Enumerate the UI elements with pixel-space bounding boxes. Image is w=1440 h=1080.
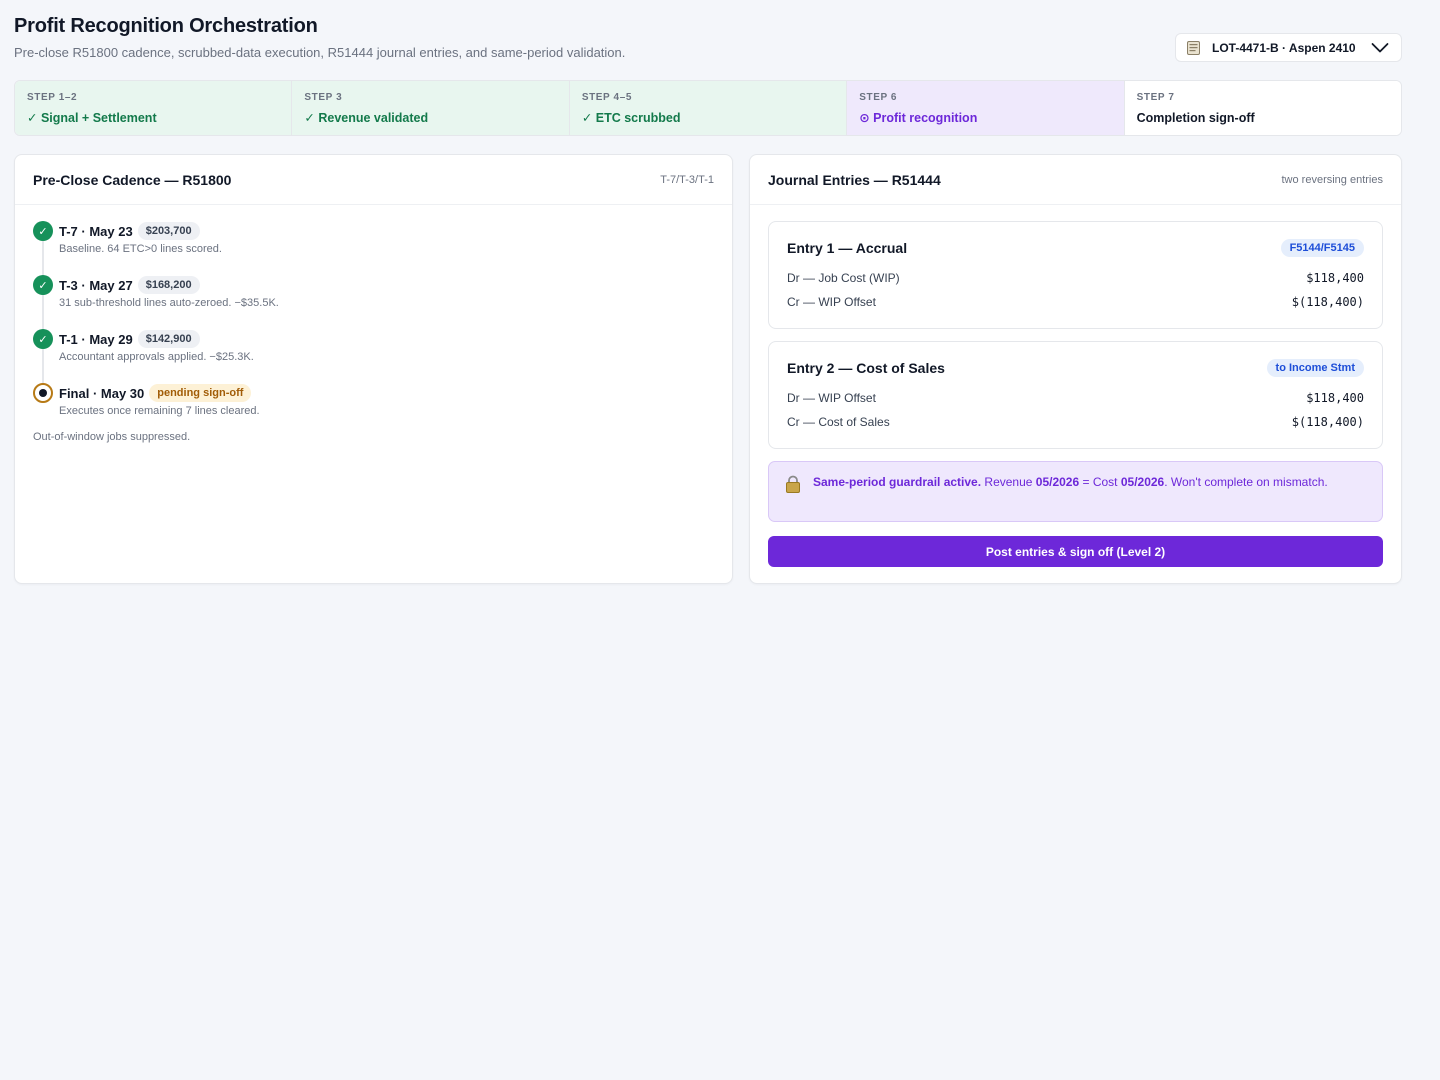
entry-account: Cr — WIP Offset	[787, 295, 876, 309]
card-meta: two reversing entries	[1281, 173, 1384, 186]
revenue-period: 05/2026	[1035, 475, 1080, 489]
entry-amount: $118,400	[1306, 271, 1364, 285]
journal-entry-cost-of-sales: Entry 2 — Cost of Sales to Income Stmt D…	[768, 341, 1383, 449]
timeline-item: ✓ T-3 · May 27 $168,200 31 sub-threshold…	[33, 275, 714, 331]
cadence-timeline: ✓ T-7 · May 23 $203,700 Baseline. 64 ETC…	[15, 205, 732, 437]
step-label: ✓ Revenue validated	[304, 111, 429, 125]
timeline-item: ✓ T-1 · May 29 $142,900 Accountant appro…	[33, 329, 714, 385]
check-icon: ✓	[33, 329, 53, 349]
card-title: Journal Entries — R51444	[768, 171, 941, 188]
step-etc-scrubbed[interactable]: STEP 4–5 ✓ ETC scrubbed	[569, 81, 848, 135]
amount-chip: $142,900	[137, 330, 200, 348]
card-title: Pre-Close Cadence — R51800	[33, 171, 232, 188]
entry-line: Cr — Cost of Sales $(118,400)	[787, 410, 1364, 434]
chevron-down-icon	[1371, 42, 1389, 54]
lot-selector-value: LOT-4471-B · Aspen 2410	[1212, 40, 1356, 55]
entry-account: Dr — WIP Offset	[787, 391, 876, 405]
amount-chip: $168,200	[137, 276, 200, 294]
card-header: Pre-Close Cadence — R51800 T-7/T-3/T-1	[15, 155, 732, 205]
page-header: Profit Recognition Orchestration Pre-clo…	[14, 14, 1402, 78]
timeline-label: T-7 · May 23	[59, 223, 133, 239]
entry-title: Entry 2 — Cost of Sales	[787, 360, 945, 376]
timeline-item: Final · May 30 pending sign-off Executes…	[33, 383, 714, 437]
step-number: STEP 7	[1136, 92, 1175, 103]
amount-chip: $203,700	[137, 222, 200, 240]
step-label: Completion sign-off	[1136, 111, 1255, 125]
status-badge: pending sign-off	[149, 384, 252, 402]
same-period-guardrail: Same-period guardrail active. Revenue 05…	[768, 461, 1383, 522]
entry-line: Dr — Job Cost (WIP) $118,400	[787, 266, 1364, 290]
timeline-item: ✓ T-7 · May 23 $203,700 Baseline. 64 ETC…	[33, 221, 714, 277]
timeline-label: T-3 · May 27	[59, 277, 133, 293]
timeline-label: Final · May 30	[59, 385, 145, 401]
document-icon	[1187, 40, 1200, 55]
step-signal-settlement[interactable]: STEP 1–2 ✓ Signal + Settlement	[15, 81, 293, 135]
guardrail-lead: Same-period guardrail active.	[813, 475, 982, 489]
entry-amount: $(118,400)	[1291, 295, 1364, 309]
step-number: STEP 3	[304, 92, 343, 103]
timeline-rail	[42, 241, 44, 277]
timeline-rail	[42, 349, 44, 385]
card-header: Journal Entries — R51444 two reversing e…	[750, 155, 1401, 205]
entry-account: Cr — Cost of Sales	[787, 415, 890, 429]
step-number: STEP 4–5	[581, 92, 633, 103]
timeline-note: Baseline. 64 ETC>0 lines scored.	[59, 243, 222, 255]
entry-title: Entry 1 — Accrual	[787, 240, 908, 256]
lock-icon	[785, 475, 801, 493]
check-icon: ✓	[33, 221, 53, 241]
guardrail-text-part: Revenue	[981, 475, 1036, 489]
entry-account: Dr — Job Cost (WIP)	[787, 271, 900, 285]
step-number: STEP 6	[859, 92, 898, 103]
pending-dot-icon	[33, 383, 53, 403]
card-row: Pre-Close Cadence — R51800 T-7/T-3/T-1 ✓…	[14, 154, 1402, 584]
page: Profit Recognition Orchestration Pre-clo…	[14, 14, 1402, 584]
check-icon: ✓	[33, 275, 53, 295]
timeline-note: Accountant approvals applied. −$25.3K.	[59, 351, 254, 363]
guardrail-text-part: . Won't complete on mismatch.	[1164, 475, 1328, 489]
entry-badge: to Income Stmt	[1266, 359, 1364, 377]
journal-entries-card: Journal Entries — R51444 two reversing e…	[749, 154, 1402, 584]
step-profit-recognition[interactable]: STEP 6 ⊙ Profit recognition	[847, 81, 1125, 135]
step-number: STEP 1–2	[27, 92, 78, 103]
pre-close-cadence-card: Pre-Close Cadence — R51800 T-7/T-3/T-1 ✓…	[14, 154, 733, 584]
step-revenue-validated[interactable]: STEP 3 ✓ Revenue validated	[292, 81, 570, 135]
progress-stepper: STEP 1–2 ✓ Signal + Settlement STEP 3 ✓ …	[14, 80, 1402, 136]
entry-line: Cr — WIP Offset $(118,400)	[787, 290, 1364, 314]
cost-period: 05/2026	[1120, 475, 1165, 489]
journal-entry-accrual: Entry 1 — Accrual F5144/F5145 Dr — Job C…	[768, 221, 1383, 329]
entry-amount: $(118,400)	[1291, 415, 1364, 429]
timeline-note: 31 sub-threshold lines auto-zeroed. −$35…	[59, 297, 279, 309]
step-label: ⊙ Profit recognition	[859, 111, 978, 125]
step-completion-signoff[interactable]: STEP 7 Completion sign-off	[1124, 81, 1401, 135]
entry-line: Dr — WIP Offset $118,400	[787, 386, 1364, 410]
timeline-note: Executes once remaining 7 lines cleared.	[59, 405, 260, 417]
guardrail-text-part: = Cost	[1079, 475, 1121, 489]
step-label: ✓ Signal + Settlement	[27, 111, 157, 125]
post-and-sign-off-button[interactable]: Post entries & sign off (Level 2)	[768, 536, 1383, 567]
lot-selector[interactable]: LOT-4471-B · Aspen 2410	[1175, 33, 1402, 62]
timeline-rail	[42, 295, 44, 331]
entry-badge: F5144/F5145	[1280, 239, 1364, 257]
entry-amount: $118,400	[1306, 391, 1364, 405]
journal-entry-list: Entry 1 — Accrual F5144/F5145 Dr — Job C…	[750, 205, 1401, 567]
timeline-label: T-1 · May 29	[59, 331, 133, 347]
step-label: ✓ ETC scrubbed	[581, 111, 681, 125]
card-meta: T-7/T-3/T-1	[660, 173, 714, 186]
guardrail-text: Same-period guardrail active. Revenue 05…	[813, 473, 1328, 521]
